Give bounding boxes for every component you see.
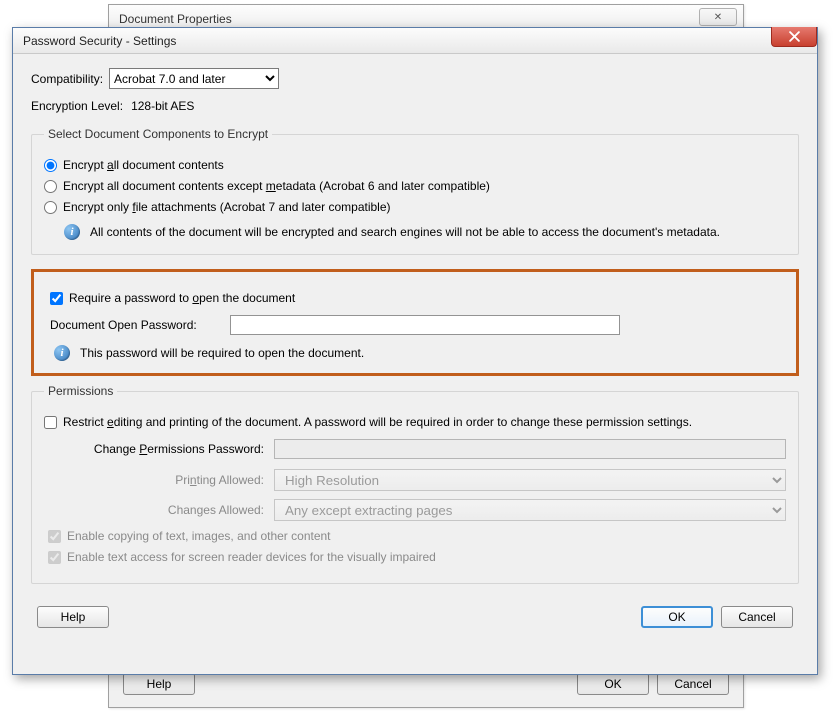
changes-allowed-label: Changes Allowed: bbox=[84, 503, 274, 517]
components-info-text: All contents of the document will be enc… bbox=[90, 225, 720, 239]
enable-screen-reader-label: Enable text access for screen reader dev… bbox=[67, 550, 436, 564]
dialog-titlebar: Password Security - Settings bbox=[13, 28, 817, 54]
enable-copying-label: Enable copying of text, images, and othe… bbox=[67, 529, 331, 543]
require-open-password-checkbox[interactable] bbox=[50, 292, 63, 305]
encrypt-attachments-label[interactable]: Encrypt only file attachments (Acrobat 7… bbox=[63, 200, 391, 214]
encrypt-attachments-radio[interactable] bbox=[44, 201, 57, 214]
restrict-editing-checkbox[interactable] bbox=[44, 416, 57, 429]
ok-button[interactable]: OK bbox=[641, 606, 713, 628]
printing-allowed-select: High Resolution bbox=[274, 469, 786, 491]
encrypt-all-radio[interactable] bbox=[44, 159, 57, 172]
cancel-button[interactable]: Cancel bbox=[721, 606, 793, 628]
encrypt-except-metadata-radio[interactable] bbox=[44, 180, 57, 193]
encryption-level-value: 128-bit AES bbox=[131, 99, 194, 113]
printing-allowed-label: Printing Allowed: bbox=[84, 473, 274, 487]
dialog-close-button[interactable] bbox=[771, 27, 817, 47]
components-fieldset: Select Document Components to Encrypt En… bbox=[31, 127, 799, 255]
enable-copying-checkbox bbox=[48, 530, 61, 543]
encryption-level-label: Encryption Level: bbox=[31, 99, 123, 113]
parent-ok-button[interactable]: OK bbox=[577, 673, 649, 695]
close-glyph-icon: ✕ bbox=[714, 12, 722, 23]
components-legend: Select Document Components to Encrypt bbox=[44, 127, 272, 141]
require-open-password-label[interactable]: Require a password to open the document bbox=[69, 291, 295, 305]
compatibility-select[interactable]: Acrobat 7.0 and later bbox=[109, 68, 279, 89]
parent-title: Document Properties bbox=[119, 12, 232, 26]
change-permissions-password-input bbox=[274, 439, 786, 459]
close-icon bbox=[789, 31, 800, 42]
dialog-title: Password Security - Settings bbox=[23, 34, 176, 48]
change-permissions-password-label: Change Permissions Password: bbox=[84, 442, 274, 456]
restrict-editing-label[interactable]: Restrict editing and printing of the doc… bbox=[63, 415, 692, 429]
parent-close-button[interactable]: ✕ bbox=[699, 8, 737, 26]
permissions-legend: Permissions bbox=[44, 384, 117, 398]
info-icon: i bbox=[64, 224, 80, 240]
parent-cancel-button[interactable]: Cancel bbox=[657, 673, 729, 695]
document-open-password-label: Document Open Password: bbox=[50, 318, 230, 332]
info-icon: i bbox=[54, 345, 70, 361]
help-button[interactable]: Help bbox=[37, 606, 109, 628]
password-security-dialog: Password Security - Settings Compatibili… bbox=[12, 27, 818, 675]
permissions-fieldset: Permissions Restrict editing and printin… bbox=[31, 384, 799, 584]
compatibility-label: Compatibility: bbox=[31, 72, 103, 86]
parent-help-button[interactable]: Help bbox=[123, 673, 195, 695]
encrypt-all-label[interactable]: Encrypt all document contents bbox=[63, 158, 224, 172]
document-open-password-input[interactable] bbox=[230, 315, 620, 335]
enable-screen-reader-checkbox bbox=[48, 551, 61, 564]
changes-allowed-select: Any except extracting pages bbox=[274, 499, 786, 521]
open-password-info-text: This password will be required to open t… bbox=[80, 346, 364, 360]
encrypt-except-metadata-label[interactable]: Encrypt all document contents except met… bbox=[63, 179, 490, 193]
open-password-highlight: Require a password to open the document … bbox=[31, 269, 799, 376]
